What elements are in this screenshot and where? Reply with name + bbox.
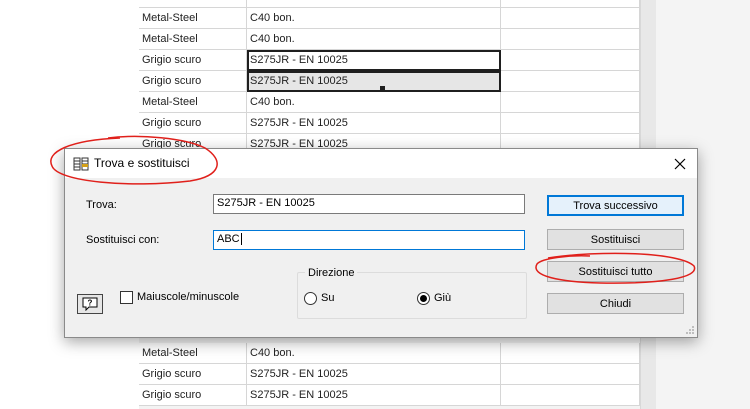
text-caret [240,233,242,246]
grid-cell[interactable] [501,50,640,71]
find-replace-dialog: Trova e sostituisci Trova: S275JR - EN 1… [64,148,698,338]
table-row: Metal-Steel C40 bon. [139,29,640,50]
find-replace-icon [73,156,89,172]
replace-button[interactable]: Sostituisci [547,229,684,250]
match-case-checkbox[interactable] [120,291,133,304]
table-row: Metal-Steel C40 bon. [139,8,640,29]
direction-up-radio[interactable] [304,292,317,305]
grid-cell[interactable]: Metal-Steel [139,343,247,364]
grid-cell[interactable] [501,8,640,29]
grid-cell[interactable] [501,29,640,50]
table-row: Grigio scuro S275JR - EN 10025 [139,50,640,71]
grid-cell[interactable]: Metallo [139,0,247,8]
grid-cell[interactable] [501,0,640,8]
grid-cell[interactable]: Metal-Steel [139,92,247,113]
grid-cell[interactable] [501,71,640,92]
close-icon[interactable] [663,149,697,178]
radio-selected-dot [420,295,427,302]
help-button[interactable]: ? [77,294,103,314]
find-input[interactable]: S275JR - EN 10025 [213,194,525,214]
find-next-button[interactable]: Trova successivo [547,195,684,216]
grid-cell[interactable] [501,113,640,134]
replace-label: Sostituisci con: [86,234,160,246]
svg-text:?: ? [88,299,93,308]
direction-down-label: Giù [434,292,452,304]
table-row: Grigio scuro S275JR - EN 10025 [139,113,640,134]
replace-all-button[interactable]: Sostituisci tutto [547,261,684,282]
dialog-titlebar[interactable]: Trova e sostituisci [65,149,697,178]
grid-cell[interactable] [501,385,640,406]
table-row: Grigio scuro S275JR - EN 10025 [139,385,640,406]
grid-cell[interactable] [501,364,640,385]
grid-cell[interactable]: C40 bon. [247,92,501,113]
table-row: Metal-Steel C40 bon. [139,343,640,364]
selected-cell[interactable]: S275JR - EN 10025 [247,50,501,71]
table-row: Grigio scuro S275JR - EN 10025 [139,364,640,385]
table-row: Metallo C40 bon. [139,0,640,8]
grid-cell[interactable]: C40 bon. [247,0,501,8]
replace-input[interactable]: ABC [213,230,525,250]
direction-up-label: Su [321,292,335,304]
grid-cell[interactable]: Metal-Steel [139,8,247,29]
active-cell[interactable]: S275JR - EN 10025 [247,71,501,92]
table-row: Grigio scuro S275JR - EN 10025 [139,71,640,92]
grid-cell[interactable]: Grigio scuro [139,364,247,385]
grid-cell[interactable] [501,92,640,113]
close-button[interactable]: Chiudi [547,293,684,314]
direction-title: Direzione [305,267,358,279]
grid-cell[interactable]: S275JR - EN 10025 [247,113,501,134]
replace-input-value: ABC [217,233,240,245]
grid-cell[interactable]: C40 bon. [247,29,501,50]
find-label: Trova: [86,199,117,211]
grid-cell[interactable]: Metal-Steel [139,29,247,50]
table-row: Metal-Steel C40 bon. [139,92,640,113]
grid-cell[interactable]: Grigio scuro [139,50,247,71]
direction-down-radio[interactable] [417,292,430,305]
match-case-label: Maiuscole/minuscole [137,291,240,303]
grid-cell[interactable]: Grigio scuro [139,113,247,134]
dialog-title: Trova e sostituisci [94,156,190,170]
grid-cell[interactable]: C40 bon. [247,343,501,364]
grid-cell[interactable]: S275JR - EN 10025 [247,385,501,406]
grid-cell[interactable]: Grigio scuro [139,385,247,406]
resize-grip-icon[interactable] [685,325,695,335]
fill-handle[interactable] [380,86,385,91]
help-icon: ? [82,297,98,311]
grid-cell[interactable] [501,343,640,364]
grid-cell[interactable]: Grigio scuro [139,71,247,92]
grid-cell[interactable]: S275JR - EN 10025 [247,364,501,385]
grid-cell[interactable]: C40 bon. [247,8,501,29]
